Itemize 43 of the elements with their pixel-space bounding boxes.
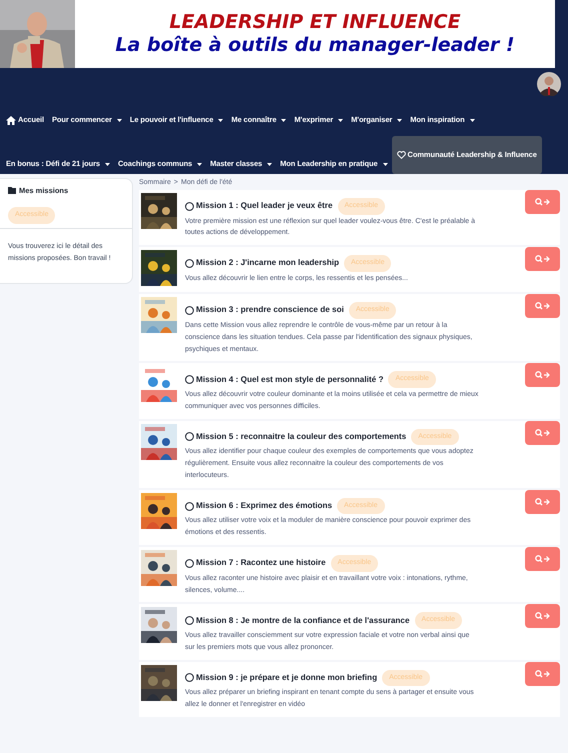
mission-title: Mission 3 : prendre conscience de soi <box>196 304 344 316</box>
mission-title: Mission 9 : je prépare et je donne mon briefing <box>196 672 378 684</box>
caret-icon <box>338 118 344 122</box>
caret-icon <box>281 118 286 122</box>
mission-title: Mission 1 : Quel leader je veux être <box>196 200 333 212</box>
home-icon <box>6 116 16 124</box>
search-arrow-icon <box>535 498 550 506</box>
banner-title: LEADERSHIP ET INFLUENCE <box>169 11 461 34</box>
search-arrow-icon <box>535 302 550 310</box>
open-button[interactable] <box>525 247 560 272</box>
search-arrow-icon <box>535 198 550 206</box>
open-button[interactable] <box>525 604 560 628</box>
caret-icon <box>104 162 110 166</box>
caret-icon <box>397 118 402 122</box>
caret-icon <box>470 118 475 122</box>
mission-title: Mission 4 : Quel est mon style de personnalité ? <box>196 374 384 386</box>
open-button[interactable] <box>525 547 560 572</box>
avatar[interactable] <box>537 72 561 96</box>
caret-icon <box>197 162 202 166</box>
folder-icon <box>8 187 17 194</box>
caret-icon <box>382 162 388 166</box>
open-button[interactable] <box>525 363 560 388</box>
caret-icon <box>218 118 224 122</box>
open-button[interactable] <box>525 662 560 686</box>
heart-icon <box>396 151 406 159</box>
search-arrow-icon <box>535 428 550 437</box>
search-arrow-icon <box>535 555 550 564</box>
open-button[interactable] <box>525 294 560 318</box>
open-button[interactable] <box>525 490 560 514</box>
mission-title: Mission 7 : Racontez une histoire <box>196 557 326 570</box>
search-arrow-icon <box>535 670 550 678</box>
open-button[interactable] <box>525 190 560 214</box>
search-arrow-icon <box>535 371 550 380</box>
search-arrow-icon <box>535 612 550 620</box>
open-button[interactable] <box>525 420 560 445</box>
caret-icon <box>267 162 272 166</box>
mission-title: Mission 6 : Exprimez des émotions <box>196 500 332 512</box>
search-arrow-icon <box>535 255 550 264</box>
caret-icon <box>116 118 122 122</box>
banner-subtitle: La boîte à outils du manager-leader ! <box>115 34 515 57</box>
mission-title: Mission 2 : J'incarne mon leadership <box>196 257 339 270</box>
mission-title: Mission 5 : reconnaitre la couleur des comportements <box>196 430 406 443</box>
mission-title: Mission 8 : Je montre de la confiance et de l'assurance <box>196 614 410 627</box>
